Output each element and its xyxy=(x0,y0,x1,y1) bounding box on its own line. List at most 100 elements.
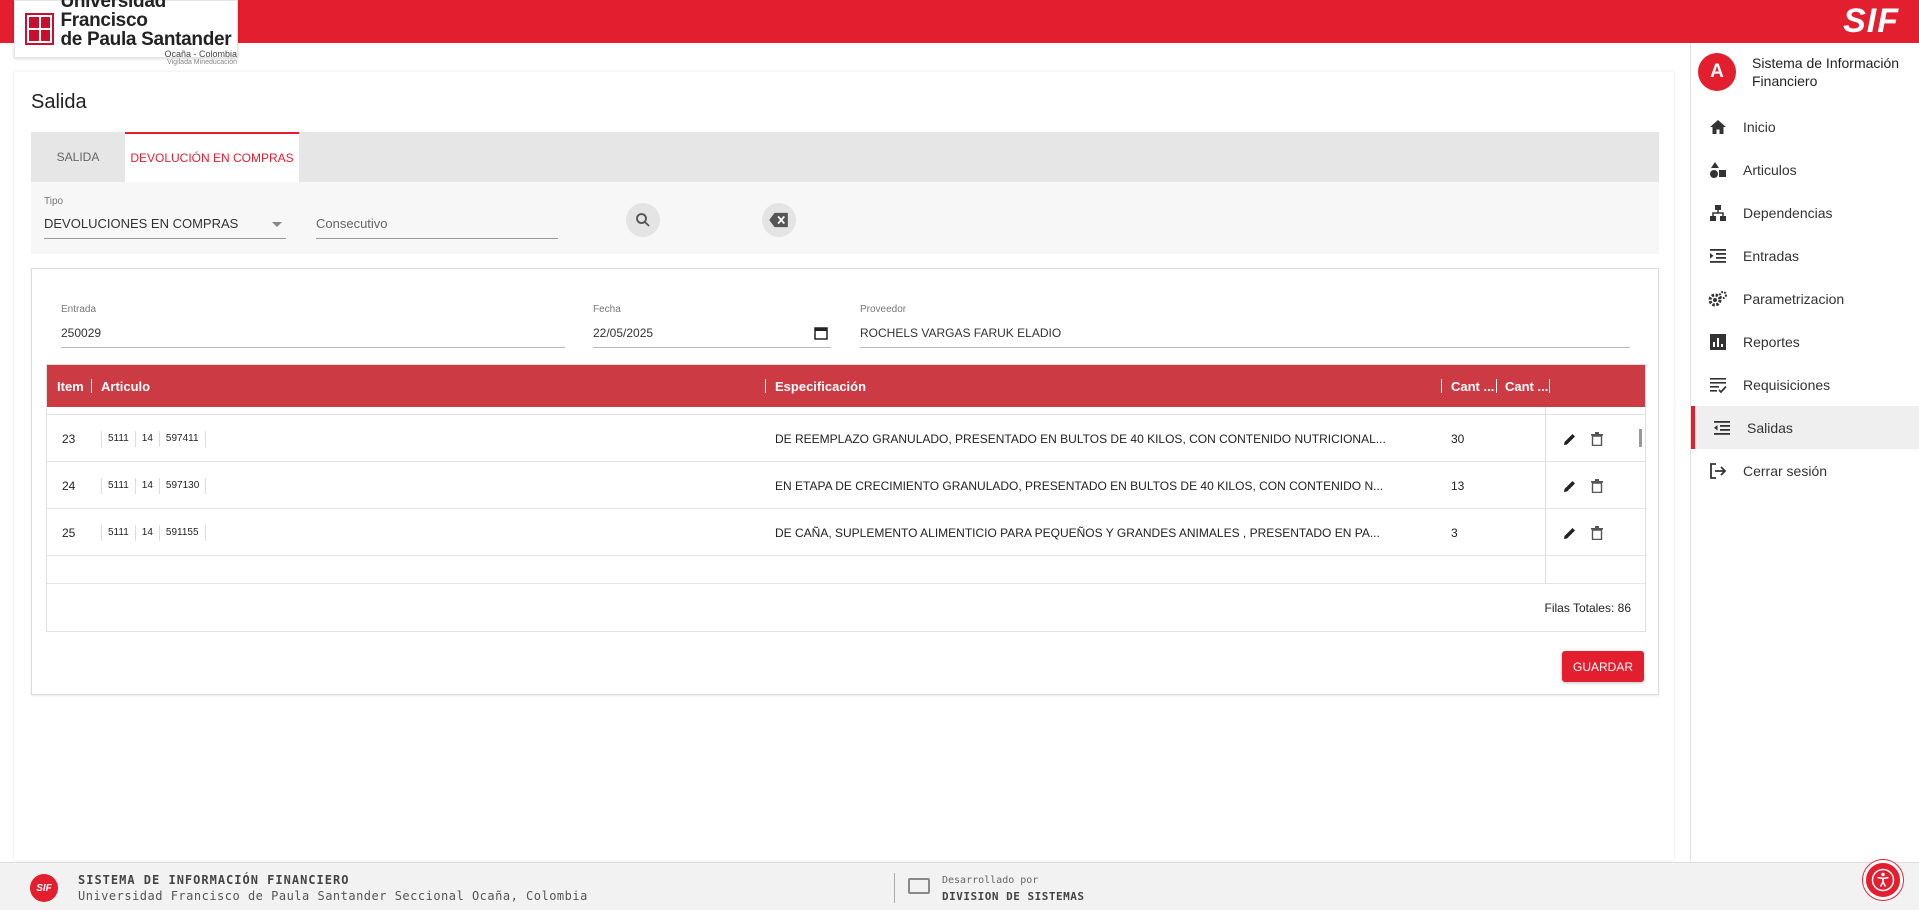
entrada-field[interactable]: 250029 xyxy=(61,326,101,340)
especificacion-cell: EN ETAPA DE CRECIMIENTO GRANULADO, PRESE… xyxy=(775,478,1384,493)
edit-button[interactable] xyxy=(1559,522,1581,544)
list-outdent-icon xyxy=(1710,416,1734,440)
especificacion-cell: DE REEMPLAZO GRANULADO, PRESENTADO EN BU… xyxy=(775,431,1386,446)
gears-icon xyxy=(1706,287,1730,311)
university-emblem-icon xyxy=(25,13,55,45)
logout-icon xyxy=(1706,459,1730,483)
edit-button[interactable] xyxy=(1559,475,1581,497)
bar-chart-icon xyxy=(1706,330,1730,354)
backspace-icon xyxy=(769,212,788,228)
sif-logo: SIF xyxy=(1843,2,1899,40)
col-especificacion[interactable]: Especificación xyxy=(775,365,866,407)
fecha-underline xyxy=(593,347,831,348)
sidebar-item-label: Salidas xyxy=(1747,419,1793,436)
table-row[interactable]: 23 5111 14 597411 DE REEMPLAZO GRANULADO… xyxy=(47,415,1645,462)
accessibility-button[interactable] xyxy=(1863,860,1903,900)
edit-button[interactable] xyxy=(1559,428,1581,450)
pencil-icon xyxy=(1563,433,1575,445)
cantidad-cell: 30 xyxy=(1451,431,1465,446)
shapes-icon xyxy=(1706,158,1730,182)
page-title: Salida xyxy=(31,91,87,113)
articulo-code: 5111 xyxy=(101,430,135,447)
pencil-icon xyxy=(1563,480,1575,492)
articulo-code: 5111 xyxy=(101,524,135,541)
sidebar-item-parametrizacion[interactable]: Parametrizacion xyxy=(1691,277,1919,320)
trash-icon xyxy=(1591,431,1604,446)
delete-button[interactable] xyxy=(1586,475,1608,497)
sidebar: A Sistema de Información Financiero Inic… xyxy=(1690,43,1919,863)
calendar-icon[interactable] xyxy=(814,326,828,345)
articulo-code: 597411 xyxy=(158,430,205,447)
clear-button[interactable] xyxy=(762,203,796,237)
consecutivo-input[interactable]: Consecutivo xyxy=(316,216,388,231)
university-logo[interactable]: Universidad Francisco de Paula Santander… xyxy=(14,0,238,66)
table-row-partial xyxy=(47,407,1645,415)
sidebar-item-dependencias[interactable]: Dependencias xyxy=(1691,191,1919,234)
col-cant-1[interactable]: Cant ... xyxy=(1451,365,1494,407)
tab-salida[interactable]: Salida xyxy=(31,132,125,182)
devolucion-card: Entrada 250029 Fecha 22/05/2025 Proveedo… xyxy=(31,268,1659,695)
proveedor-field[interactable]: ROCHELS VARGAS FARUK ELADIO xyxy=(860,326,1061,340)
items-table: Item Articulo Especificación Cant ... Ca… xyxy=(46,364,1646,632)
sidebar-item-requisiciones[interactable]: Requisiciones xyxy=(1691,363,1919,406)
sitemap-icon xyxy=(1706,201,1730,225)
col-item[interactable]: Item xyxy=(57,365,84,407)
table-footer: Filas Totales: 86 xyxy=(47,583,1645,631)
articulo-code: 14 xyxy=(134,477,159,494)
tipo-select[interactable]: DEVOLUCIONES EN COMPRAS xyxy=(44,216,238,231)
main-card: Salida Salida Devolución en compras Tipo… xyxy=(14,72,1674,860)
top-bar: SIF xyxy=(0,0,1919,43)
sidebar-item-label: Requisiciones xyxy=(1743,376,1831,393)
sidebar-item-label: Parametrizacion xyxy=(1743,290,1845,307)
delete-button[interactable] xyxy=(1586,428,1608,450)
avatar[interactable]: A xyxy=(1698,53,1736,91)
sidebar-item-entradas[interactable]: Entradas xyxy=(1691,234,1919,277)
item-number: 24 xyxy=(62,478,76,493)
footer-developed-by: Desarrollado por xyxy=(942,875,1039,886)
consecutivo-underline xyxy=(316,238,558,239)
cantidad-cell: 3 xyxy=(1451,525,1458,540)
university-name-line2: de Paula Santander xyxy=(60,29,232,50)
articulo-code: 597130 xyxy=(158,477,205,494)
sidebar-item-label: Articulos xyxy=(1743,161,1797,178)
trash-icon xyxy=(1591,525,1604,540)
trash-icon xyxy=(1591,478,1604,493)
entrada-underline xyxy=(61,347,565,348)
chevron-down-icon[interactable] xyxy=(272,222,282,227)
tipo-label: Tipo xyxy=(44,196,64,207)
sidebar-item-reportes[interactable]: Reportes xyxy=(1691,320,1919,363)
footer: SIF SISTEMA DE INFORMACIÓN FINANCIERO Un… xyxy=(0,862,1919,910)
proveedor-underline xyxy=(860,347,1630,348)
delete-button[interactable] xyxy=(1586,522,1608,544)
save-button[interactable]: Guardar xyxy=(1562,651,1644,682)
sidebar-item-salidas[interactable]: Salidas xyxy=(1691,406,1919,449)
tab-devolucion-compras[interactable]: Devolución en compras xyxy=(125,132,299,182)
sidebar-item-articulos[interactable]: Articulos xyxy=(1691,148,1919,191)
table-header: Item Articulo Especificación Cant ... Ca… xyxy=(47,365,1645,407)
search-icon xyxy=(636,213,650,227)
articulo-code: 591155 xyxy=(158,524,205,541)
fecha-field[interactable]: 22/05/2025 xyxy=(593,326,653,340)
sidebar-item-cerrar-sesion[interactable]: Cerrar sesión xyxy=(1691,449,1919,492)
monitor-icon xyxy=(908,878,930,894)
table-scrollbar[interactable] xyxy=(1639,429,1642,447)
table-row-partial xyxy=(47,556,1645,583)
sidebar-header: A Sistema de Información Financiero xyxy=(1691,43,1919,93)
table-row[interactable]: 24 5111 14 597130 EN ETAPA DE CRECIMIENT… xyxy=(47,462,1645,509)
accessibility-icon xyxy=(1871,868,1895,892)
checklist-icon xyxy=(1706,373,1730,397)
sidebar-item-label: Cerrar sesión xyxy=(1743,462,1828,479)
university-name-line1: Universidad Francisco xyxy=(60,0,166,31)
search-button[interactable] xyxy=(626,203,660,237)
table-row[interactable]: 25 5111 14 591155 DE CAÑA, SUPLEMENTO AL… xyxy=(47,509,1645,556)
footer-divider xyxy=(894,873,895,903)
col-cant-2[interactable]: Cant ... xyxy=(1505,365,1548,407)
list-indent-icon xyxy=(1706,244,1730,268)
col-articulo[interactable]: Articulo xyxy=(101,365,150,407)
sidebar-item-inicio[interactable]: Inicio xyxy=(1691,105,1919,148)
sidebar-nav: Inicio Articulos Dependencias Entradas P… xyxy=(1691,105,1919,492)
home-icon xyxy=(1706,115,1730,139)
articulo-code: 5111 xyxy=(101,477,135,494)
university-location: Ocaña - Colombia xyxy=(164,49,237,59)
especificacion-cell: DE CAÑA, SUPLEMENTO ALIMENTICIO PARA PEQ… xyxy=(775,525,1380,540)
